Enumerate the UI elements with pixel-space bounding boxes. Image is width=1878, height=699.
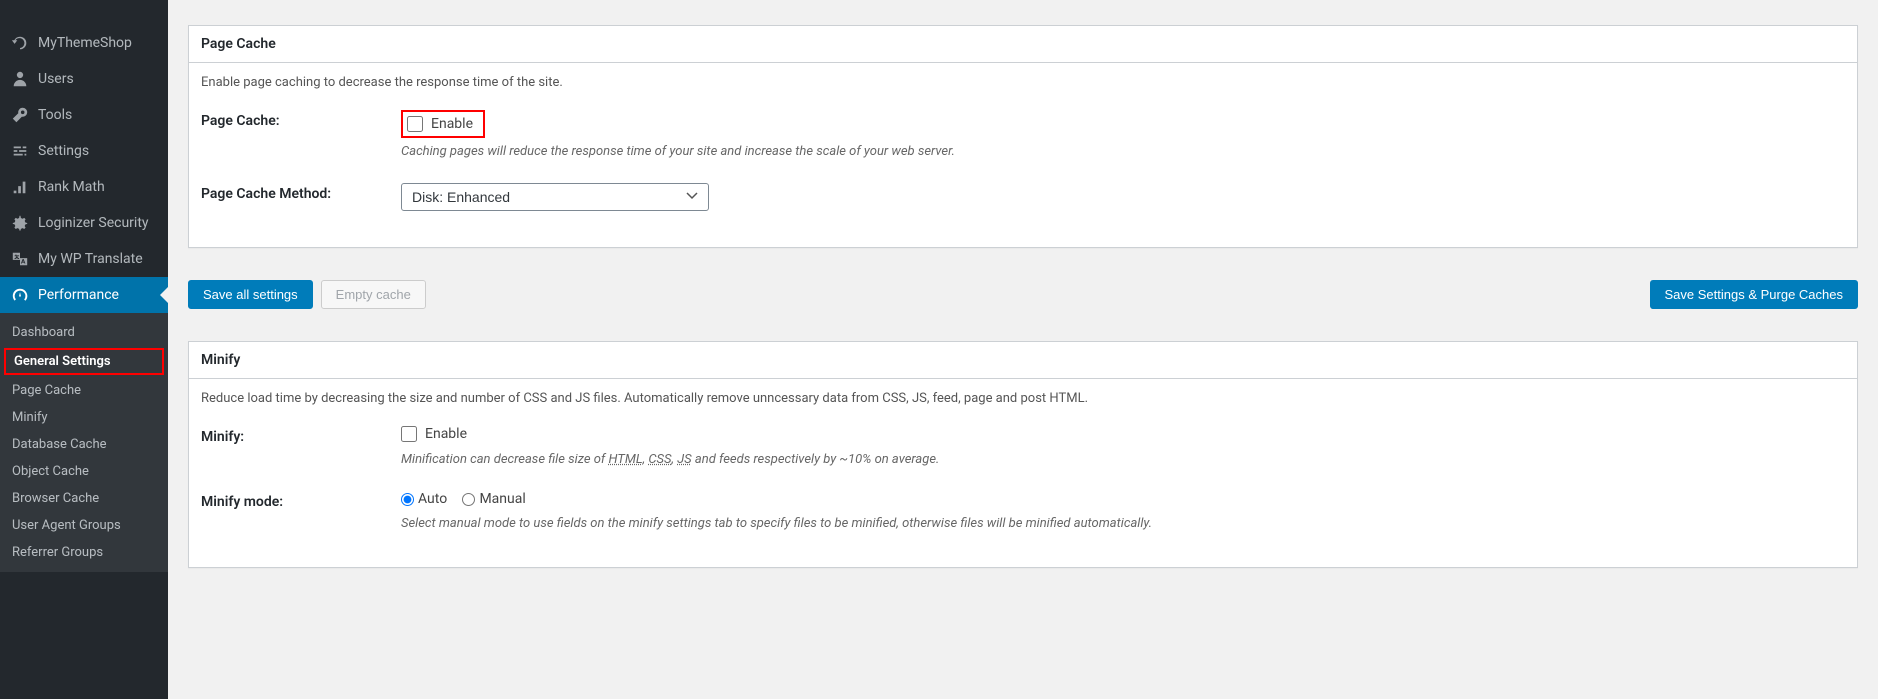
gauge-icon: [10, 285, 30, 305]
submenu-item-referrer-groups[interactable]: Referrer Groups: [0, 539, 168, 566]
sidebar-label: Tools: [38, 107, 72, 123]
sidebar-item-wptranslate[interactable]: My WP Translate: [0, 241, 168, 277]
minify-label: Minify:: [201, 426, 401, 467]
admin-sidebar: MyThemeShop Users Tools Settings Rank Ma…: [0, 0, 168, 699]
page-cache-enable-desc: Caching pages will reduce the response t…: [401, 144, 1845, 159]
enable-label: Enable: [425, 426, 467, 442]
page-cache-enable-wrap[interactable]: Enable: [401, 110, 485, 138]
translate-icon: [10, 249, 30, 269]
wrench-icon: [10, 105, 30, 125]
minify-enable-desc: Minification can decrease file size of H…: [401, 452, 1845, 467]
minify-mode-auto-radio[interactable]: [401, 493, 414, 506]
refresh-icon: [10, 33, 30, 53]
section-title: Minify: [189, 342, 1857, 379]
sidebar-label: Rank Math: [38, 179, 105, 195]
sliders-icon: [10, 141, 30, 161]
section-title: Page Cache: [189, 26, 1857, 63]
minify-enable-checkbox[interactable]: [401, 426, 417, 442]
page-cache-label: Page Cache:: [201, 110, 401, 159]
sidebar-item-settings[interactable]: Settings: [0, 133, 168, 169]
minify-mode-auto-wrap[interactable]: Auto: [401, 491, 447, 507]
chart-icon: [10, 177, 30, 197]
minify-mode-manual-radio[interactable]: [462, 493, 475, 506]
page-cache-section: Page Cache Enable page caching to decrea…: [188, 25, 1858, 248]
sidebar-label: Users: [38, 71, 74, 87]
empty-cache-button[interactable]: Empty cache: [321, 280, 426, 309]
button-row: Save all settings Empty cache Save Setti…: [188, 268, 1878, 321]
sidebar-label: MyThemeShop: [38, 35, 132, 51]
minify-mode-label: Minify mode:: [201, 491, 401, 531]
sidebar-label: Performance: [38, 287, 119, 303]
submenu-item-object-cache[interactable]: Object Cache: [0, 458, 168, 485]
sidebar-item-mythemeshop[interactable]: MyThemeShop: [0, 25, 168, 61]
submenu-item-browser-cache[interactable]: Browser Cache: [0, 485, 168, 512]
sidebar-item-rankmath[interactable]: Rank Math: [0, 169, 168, 205]
submenu-item-page-cache[interactable]: Page Cache: [0, 377, 168, 404]
submenu-item-dashboard[interactable]: Dashboard: [0, 319, 168, 346]
main-content: Page Cache Enable page caching to decrea…: [168, 0, 1878, 699]
enable-label: Enable: [431, 116, 473, 132]
sidebar-item-loginizer[interactable]: Loginizer Security: [0, 205, 168, 241]
radio-label: Auto: [418, 491, 447, 507]
section-description: Enable page caching to decrease the resp…: [201, 75, 1845, 90]
sidebar-item-users[interactable]: Users: [0, 61, 168, 97]
radio-label: Manual: [479, 491, 525, 507]
minify-mode-manual-wrap[interactable]: Manual: [462, 491, 525, 507]
minify-enable-wrap[interactable]: Enable: [401, 426, 467, 442]
user-icon: [10, 69, 30, 89]
sidebar-label: Settings: [38, 143, 89, 159]
sidebar-item-tools[interactable]: Tools: [0, 97, 168, 133]
save-purge-button[interactable]: Save Settings & Purge Caches: [1650, 280, 1859, 309]
section-description: Reduce load time by decreasing the size …: [201, 391, 1845, 406]
submenu-item-minify[interactable]: Minify: [0, 404, 168, 431]
gear-icon: [10, 213, 30, 233]
page-cache-enable-checkbox[interactable]: [407, 116, 423, 132]
save-all-settings-button[interactable]: Save all settings: [188, 280, 313, 309]
submenu-item-database-cache[interactable]: Database Cache: [0, 431, 168, 458]
submenu-item-user-agent-groups[interactable]: User Agent Groups: [0, 512, 168, 539]
submenu-item-general-settings[interactable]: General Settings: [4, 348, 164, 375]
sidebar-item-performance[interactable]: Performance: [0, 277, 168, 313]
sidebar-label: Loginizer Security: [38, 215, 149, 231]
sidebar-label: My WP Translate: [38, 251, 143, 267]
minify-mode-desc: Select manual mode to use fields on the …: [401, 516, 1845, 531]
minify-section: Minify Reduce load time by decreasing th…: [188, 341, 1858, 568]
performance-submenu: Dashboard General Settings Page Cache Mi…: [0, 313, 168, 572]
page-cache-method-label: Page Cache Method:: [201, 183, 401, 211]
page-cache-method-select[interactable]: Disk: Enhanced: [401, 183, 709, 211]
